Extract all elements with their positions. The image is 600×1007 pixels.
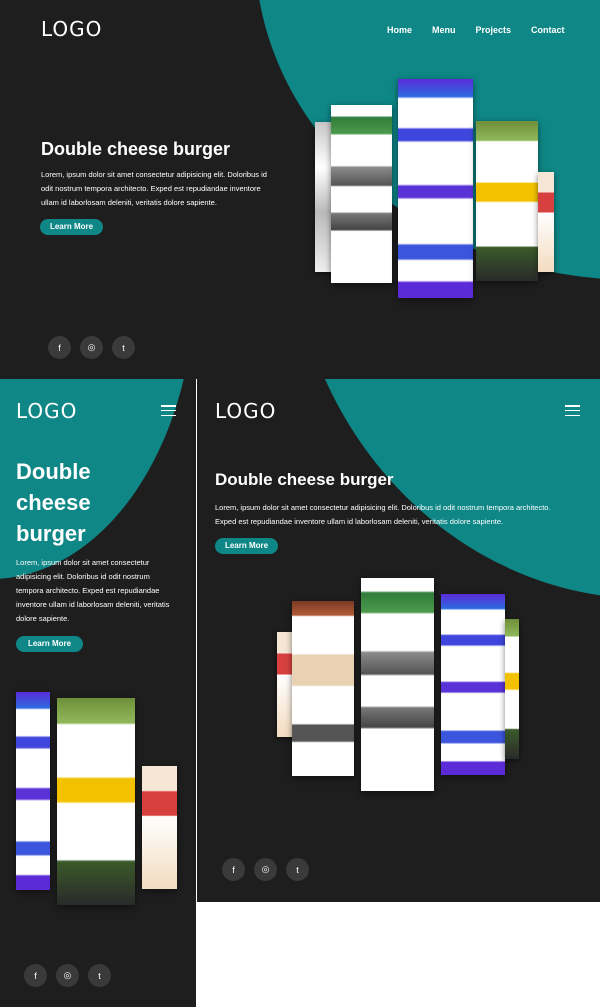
desktop-view: LOGO Home Menu Projects Contact Double c… [0, 0, 600, 379]
twitter-icon[interactable]: t [286, 858, 309, 881]
mockup-page [476, 121, 538, 281]
hero-title: Double cheese burger [41, 139, 231, 159]
mockup-page [331, 105, 392, 283]
mockup-page [398, 79, 473, 298]
mobile-view: LOGO Double cheese burger Lorem, ipsum d… [0, 379, 196, 1007]
learn-more-button[interactable]: Learn More [40, 219, 103, 235]
facebook-icon[interactable]: f [222, 858, 245, 881]
mockup-page [16, 692, 50, 890]
nav-home[interactable]: Home [387, 25, 412, 35]
social-links: f ◎ t [24, 964, 111, 987]
instagram-icon[interactable]: ◎ [80, 336, 103, 359]
learn-more-button[interactable]: Learn More [215, 538, 278, 554]
social-links: f ◎ t [222, 858, 309, 881]
facebook-icon[interactable]: f [24, 964, 47, 987]
mockup-page [315, 122, 332, 272]
nav-menu[interactable]: Menu [432, 25, 456, 35]
mockup-page [505, 619, 519, 759]
mockup-page [57, 698, 135, 905]
hero-text: Lorem, ipsum dolor sit amet consectetur … [41, 170, 267, 207]
logo[interactable]: LOGO [16, 399, 77, 423]
social-links: f ◎ t [48, 336, 135, 359]
menu-icon[interactable] [161, 405, 176, 416]
mockup-page [538, 172, 554, 272]
tablet-view: LOGO Double cheese burger Lorem, ipsum d… [197, 379, 600, 902]
mockup-page [142, 766, 177, 889]
nav-contact[interactable]: Contact [531, 25, 565, 35]
mockup-page [292, 601, 354, 776]
instagram-icon[interactable]: ◎ [254, 858, 277, 881]
hero-title: Double cheese burger [215, 470, 394, 489]
instagram-icon[interactable]: ◎ [56, 964, 79, 987]
hero-text: Lorem, ipsum dolor sit amet consectetur … [16, 558, 170, 623]
twitter-icon[interactable]: t [112, 336, 135, 359]
mockup-page [441, 594, 505, 775]
logo[interactable]: LOGO [215, 399, 276, 423]
main-nav: Home Menu Projects Contact [387, 25, 565, 35]
hero-text: Lorem, ipsum dolor sit amet consectetur … [215, 503, 551, 526]
twitter-icon[interactable]: t [88, 964, 111, 987]
logo[interactable]: LOGO [41, 17, 102, 41]
mockup-page [277, 632, 293, 737]
menu-icon[interactable] [565, 405, 580, 416]
hero-title: Double cheese burger [16, 459, 91, 546]
facebook-icon[interactable]: f [48, 336, 71, 359]
nav-projects[interactable]: Projects [476, 25, 512, 35]
mockup-page [361, 578, 434, 791]
learn-more-button[interactable]: Learn More [16, 636, 83, 652]
